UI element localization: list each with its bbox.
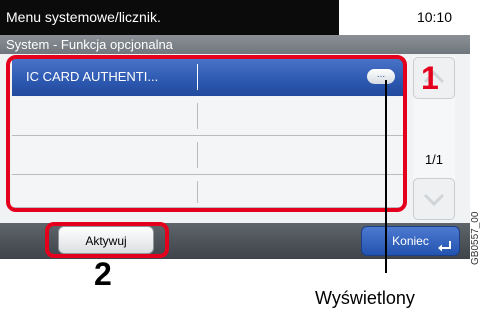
breadcrumb: System - Funkcja opcjonalna (0, 35, 470, 54)
screen-title: Menu systemowe/licznik. (6, 9, 161, 25)
callout-text: Wyświetlony (315, 288, 415, 308)
breadcrumb-label: System - Funkcja opcjonalna (6, 37, 173, 52)
callout-marker-1: 1 (421, 60, 439, 96)
clock-time: 10:10 (416, 9, 452, 25)
page-indicator: 1/1 (424, 152, 444, 167)
callout-line (385, 80, 387, 273)
image-code: GB0557_00 (470, 211, 480, 265)
enter-icon (438, 241, 451, 252)
title-panel: Menu systemowe/licznik. (0, 0, 339, 35)
scroll-down-button[interactable] (413, 178, 455, 220)
list-highlight-frame (6, 55, 407, 212)
title-bar: Menu systemowe/licznik. 10:10 (0, 0, 470, 35)
chevron-down-icon (423, 193, 445, 207)
callout-marker-2: 2 (94, 256, 112, 292)
finish-button[interactable]: Koniec (361, 226, 460, 256)
button-highlight-frame (45, 222, 169, 258)
